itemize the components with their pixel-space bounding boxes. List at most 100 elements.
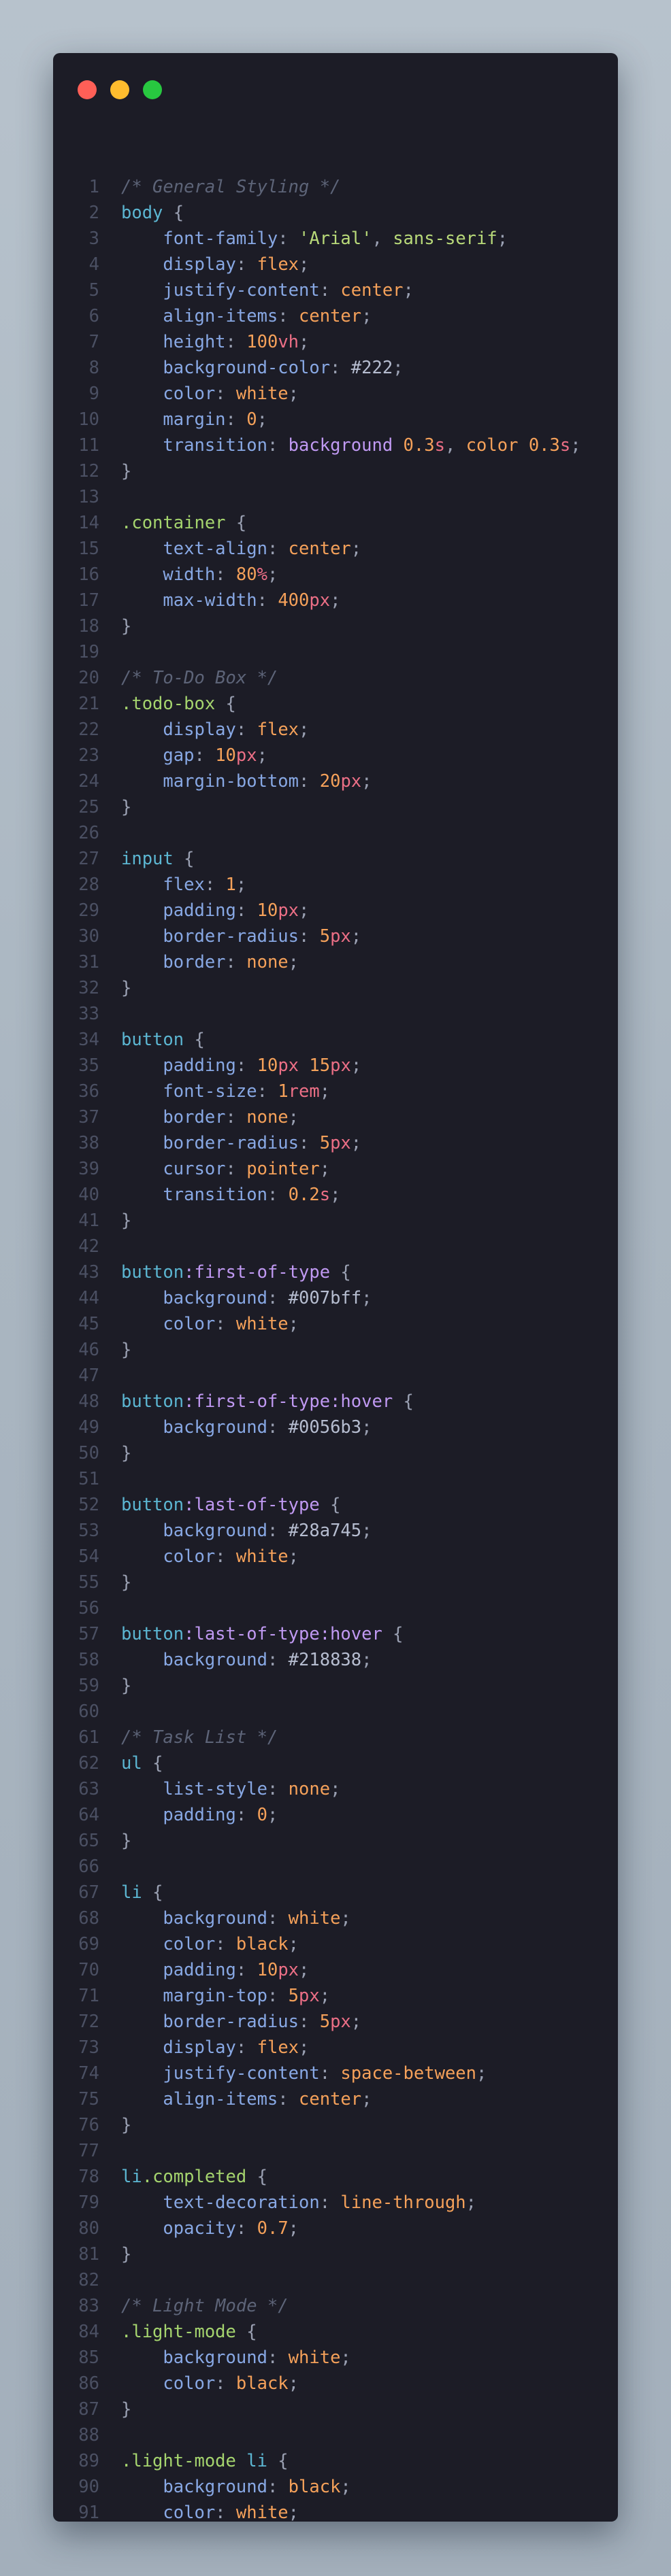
code-token: color: [465, 435, 519, 456]
code-token: :: [225, 952, 247, 972]
line-number: 33: [78, 1004, 99, 1024]
code-token: }: [121, 2399, 132, 2420]
line-number: 58: [78, 1650, 99, 1670]
code-token: :: [194, 745, 216, 766]
line-number: 57: [78, 1624, 99, 1644]
code-token: line-through: [340, 2192, 466, 2213]
code-text: background: #218838;: [121, 1647, 372, 1673]
code-token: :: [225, 1107, 247, 1128]
code-line: 51: [53, 1466, 618, 1492]
code-text: background: #007bff;: [121, 1285, 372, 1311]
code-token: ;: [361, 1288, 372, 1308]
code-token: px: [330, 2012, 351, 2032]
code-line: 85 background: white;: [53, 2345, 618, 2371]
code-text: }: [121, 1828, 131, 1854]
code-text: color: black;: [121, 1931, 299, 1957]
zoom-button[interactable]: [143, 80, 162, 99]
code-text: color: white;: [121, 2500, 299, 2522]
code-token: button: [121, 1262, 184, 1283]
line-number: 64: [78, 1805, 99, 1825]
code-token: background: [121, 1650, 267, 1670]
code-token: :first-of-type: [184, 1262, 331, 1283]
code-line: 47: [53, 1363, 618, 1389]
code-line: 55}: [53, 1570, 618, 1595]
line-number: 31: [78, 952, 99, 972]
line-number: 11: [78, 435, 99, 456]
code-token: :: [215, 1934, 236, 1954]
line-number: 14: [78, 513, 99, 533]
code-text: display: flex;: [121, 2035, 309, 2061]
code-token: ;: [299, 1960, 310, 1980]
line-number: 45: [78, 1314, 99, 1334]
code-token: :: [267, 1288, 289, 1308]
line-number: 3: [88, 228, 99, 249]
code-line: 28 flex: 1;: [53, 872, 618, 898]
code-token: .completed: [142, 2167, 247, 2187]
code-token: ;: [299, 900, 310, 921]
code-text: }: [121, 975, 131, 1001]
code-token: padding: [121, 1805, 236, 1825]
code-token: {: [173, 849, 195, 869]
code-token: background: [121, 1521, 267, 1541]
code-line: 48 button:first-of-type:hover {: [53, 1389, 618, 1414]
code-token: :: [299, 2012, 320, 2032]
line-number: 46: [78, 1340, 99, 1360]
code-token: :: [225, 332, 247, 352]
code-token: {: [382, 1624, 404, 1644]
code-token: {: [319, 1495, 341, 1515]
code-token: background: [288, 435, 393, 456]
code-token: :: [299, 1133, 320, 1153]
line-number: 89: [78, 2451, 99, 2471]
code-text: background: white;: [121, 1905, 350, 1931]
code-line: 88: [53, 2422, 618, 2448]
line-number: 9: [88, 384, 99, 404]
code-token: white: [235, 2503, 289, 2522]
code-line: 12}: [53, 458, 618, 484]
close-button[interactable]: [78, 80, 97, 99]
line-number: 5: [88, 280, 99, 301]
code-line: 65}: [53, 1828, 618, 1854]
code-token: justify-content: [121, 2063, 320, 2084]
code-line: 60: [53, 1699, 618, 1725]
code-token: ;: [361, 1417, 372, 1438]
code-token: {: [225, 513, 247, 533]
code-text: /* General Styling */: [121, 174, 340, 200]
line-number: 16: [78, 564, 99, 585]
code-token: s: [559, 435, 571, 456]
code-text: .container {: [121, 510, 246, 536]
code-line: 8 background-color: #222;: [53, 355, 618, 381]
code-token: 0.3: [403, 435, 435, 456]
code-line: 35 padding: 10px 15px;: [53, 1053, 618, 1079]
code-token: ;: [340, 2477, 351, 2497]
line-number: 6: [88, 306, 99, 326]
code-token: button: [121, 1495, 184, 1515]
code-token: 1: [278, 1081, 289, 1102]
line-number: 52: [78, 1495, 99, 1515]
code-token: 10: [257, 900, 278, 921]
code-text: justify-content: center;: [121, 277, 414, 303]
line-number: 47: [78, 1366, 99, 1386]
code-text: border-radius: 5px;: [121, 2009, 361, 2035]
code-token: 5: [288, 1986, 299, 2006]
code-line: 32}: [53, 975, 618, 1001]
code-token: ;: [235, 875, 247, 895]
code-token: button: [121, 1624, 184, 1644]
code-text: button {: [121, 1027, 205, 1053]
code-token: {: [142, 1753, 163, 1774]
code-token: background: [121, 2348, 267, 2368]
code-token: gap: [121, 745, 195, 766]
code-line: 86 color: black;: [53, 2371, 618, 2396]
line-number: 49: [78, 1417, 99, 1438]
minimize-button[interactable]: [110, 80, 129, 99]
code-text: font-size: 1rem;: [121, 1079, 330, 1104]
code-token: px: [330, 1133, 351, 1153]
code-token: /* General Styling */: [121, 177, 341, 197]
line-number: 73: [78, 2037, 99, 2058]
code-line: 66: [53, 1854, 618, 1880]
code-line: 42: [53, 1234, 618, 1259]
code-token: s: [319, 1185, 331, 1205]
code-text: border-radius: 5px;: [121, 1130, 361, 1156]
code-token: %: [257, 564, 267, 585]
code-token: white: [235, 384, 289, 404]
code-token: px: [278, 900, 299, 921]
